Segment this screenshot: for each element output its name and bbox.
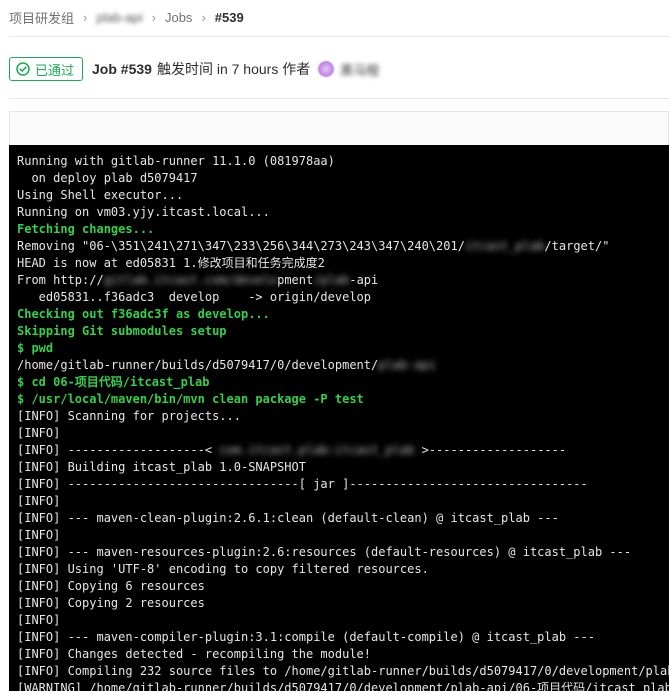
log-text: [INFO] Copying 2 resources: [17, 596, 205, 610]
log-line: Checking out f36adc3f as develop...: [17, 306, 669, 323]
log-text: Fetching changes...: [17, 222, 155, 236]
log-text: on deploy plab d5079417: [17, 171, 198, 185]
log-line: [INFO] Changes detected - recompiling th…: [17, 646, 669, 663]
log-text: [INFO] Copying 6 resources: [17, 579, 205, 593]
divider: [9, 98, 669, 99]
log-line: [INFO] Copying 6 resources: [17, 578, 669, 595]
log-text: HEAD is now at ed05831 1.修改项目和任务完成度2: [17, 256, 325, 270]
log-line: [INFO]: [17, 425, 669, 442]
job-header: 已通过 Job #539 触发时间 in 7 hours 作者 黑马程: [9, 54, 379, 84]
divider: [9, 36, 669, 37]
chevron-right-icon: ›: [201, 9, 206, 25]
log-text: [INFO] --- maven-clean-plugin:2.6.1:clea…: [17, 511, 559, 525]
log-line: [WARNING] /home/gitlab-runner/builds/d50…: [17, 680, 669, 691]
log-text: Removing "06-\351\241\271\347\233\256\34…: [17, 239, 465, 253]
log-line: [INFO]: [17, 527, 669, 544]
log-text: Running on vm03.yjy.itcast.local...: [17, 205, 270, 219]
log-line: [INFO] Using 'UTF-8' encoding to copy fi…: [17, 561, 669, 578]
log-text: >-------------------: [414, 443, 567, 457]
log-line: Removing "06-\351\241\271\347\233\256\34…: [17, 238, 669, 255]
log-redacted-text: /plab: [313, 273, 350, 287]
job-log: Running with gitlab-runner 11.1.0 (08197…: [9, 145, 669, 691]
log-text: [INFO]: [17, 494, 61, 508]
log-line: $ pwd: [17, 340, 669, 357]
log-text: $ /usr/local/maven/bin/mvn clean package…: [17, 392, 364, 406]
log-text: [INFO] Building itcast_plab 1.0-SNAPSHOT: [17, 460, 306, 474]
log-text: -api: [349, 273, 379, 287]
log-text: $ cd 06-项目代码/itcast_plab: [17, 375, 210, 389]
log-line: [INFO] --- maven-clean-plugin:2.6.1:clea…: [17, 510, 669, 527]
breadcrumb-project-link[interactable]: plab-api: [96, 10, 142, 25]
log-text: ed05831..f36adc3 develop -> origin/devel…: [17, 290, 372, 304]
log-line: Running with gitlab-runner 11.1.0 (08197…: [17, 153, 669, 170]
chevron-right-icon: ›: [151, 9, 156, 25]
log-text: [INFO]: [17, 426, 61, 440]
log-text: Checking out f36adc3f as develop...: [17, 307, 270, 321]
log-text: [INFO] Using 'UTF-8' encoding to copy fi…: [17, 562, 429, 576]
log-text: [INFO] --------------------------------[…: [17, 477, 588, 491]
log-text: /home/gitlab-runner/builds/d5079417/0/de…: [17, 358, 379, 372]
log-toolbar: [9, 111, 669, 145]
status-label: 已通过: [35, 62, 75, 78]
log-text: [INFO] --- maven-compiler-plugin:3.1:com…: [17, 630, 595, 644]
chevron-right-icon: ›: [83, 9, 88, 25]
log-line: $ /usr/local/maven/bin/mvn clean package…: [17, 391, 669, 408]
log-line: Using Shell executor...: [17, 187, 669, 204]
log-line: HEAD is now at ed05831 1.修改项目和任务完成度2: [17, 255, 669, 272]
log-text: [WARNING] /home/gitlab-runner/builds/d50…: [17, 681, 669, 691]
log-line: [INFO] Copying 2 resources: [17, 595, 669, 612]
log-text: Skipping Git submodules setup: [17, 324, 227, 338]
avatar[interactable]: [318, 61, 335, 77]
log-redacted-text: plab-api: [378, 358, 437, 372]
job-title: Job #539: [92, 61, 152, 77]
log-line: /home/gitlab-runner/builds/d5079417/0/de…: [17, 357, 669, 374]
log-text: [INFO] Compiling 232 source files to /ho…: [17, 664, 669, 678]
log-line: Skipping Git submodules setup: [17, 323, 669, 340]
log-line: [INFO] --- maven-compiler-plugin:3.1:com…: [17, 629, 669, 646]
log-redacted-text: gitlab.itcast.com/develo: [103, 273, 278, 287]
log-text: pment: [277, 273, 314, 287]
log-line: [INFO] Building itcast_plab 1.0-SNAPSHOT: [17, 459, 669, 476]
log-text: [INFO] -------------------<: [17, 443, 220, 457]
log-line: Running on vm03.yjy.itcast.local...: [17, 204, 669, 221]
log-text: [INFO]: [17, 613, 61, 627]
breadcrumb-jobs-link[interactable]: Jobs: [165, 10, 192, 25]
log-text: /target/": [544, 239, 610, 253]
author-link[interactable]: 黑马程: [340, 60, 379, 79]
log-line: on deploy plab d5079417: [17, 170, 669, 187]
log-text: Using Shell executor...: [17, 188, 184, 202]
log-line: [INFO] --------------------------------[…: [17, 476, 669, 493]
log-line: [INFO] --- maven-resources-plugin:2.6:re…: [17, 544, 669, 561]
log-redacted-text: com.itcast.plab:itcast_plab: [219, 443, 415, 457]
log-line: [INFO] -------------------< com.itcast.p…: [17, 442, 669, 459]
breadcrumb-group-link[interactable]: 项目研发组: [9, 8, 74, 27]
log-line: [INFO] Compiling 232 source files to /ho…: [17, 663, 669, 680]
log-line: [INFO]: [17, 493, 669, 510]
log-redacted-text: itcast_plab: [464, 239, 545, 253]
log-line: Fetching changes...: [17, 221, 669, 238]
log-text: [INFO]: [17, 528, 61, 542]
log-line: From http://gitlab.itcast.com/developmen…: [17, 272, 669, 289]
log-text: [INFO] Scanning for projects...: [17, 409, 241, 423]
log-text: $ pwd: [17, 341, 54, 355]
log-text: [INFO] --- maven-resources-plugin:2.6:re…: [17, 545, 632, 559]
log-text: [INFO] Changes detected - recompiling th…: [17, 647, 372, 661]
triggered-time-text: 触发时间 in 7 hours 作者: [156, 61, 311, 77]
log-line: [INFO] Scanning for projects...: [17, 408, 669, 425]
breadcrumb-current-job[interactable]: #539: [215, 10, 244, 25]
log-text: From http://: [17, 273, 104, 287]
breadcrumb: 项目研发组 › plab-api › Jobs › #539: [9, 8, 244, 26]
log-line: $ cd 06-项目代码/itcast_plab: [17, 374, 669, 391]
log-text: Running with gitlab-runner 11.1.0 (08197…: [17, 154, 335, 168]
check-circle-icon: [16, 62, 30, 76]
log-line: [INFO]: [17, 612, 669, 629]
log-line: ed05831..f36adc3 develop -> origin/devel…: [17, 289, 669, 306]
status-badge[interactable]: 已通过: [9, 57, 84, 81]
